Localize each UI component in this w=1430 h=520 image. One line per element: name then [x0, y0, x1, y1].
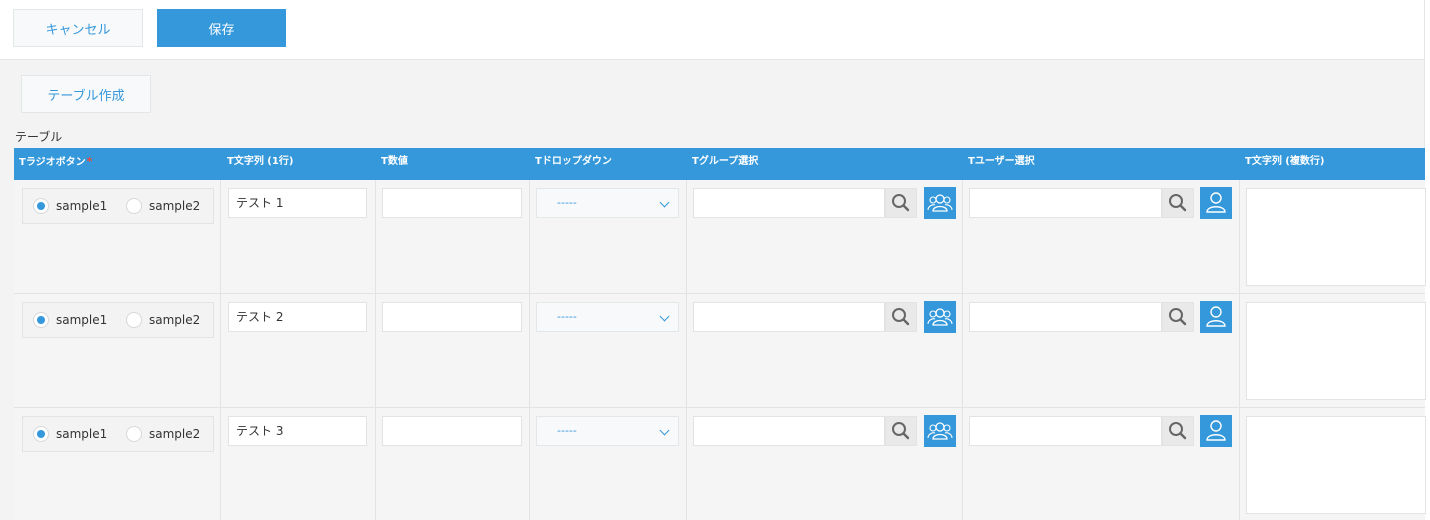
column-divider: [529, 180, 530, 293]
column-divider: [375, 408, 376, 520]
group-icon: [927, 422, 953, 440]
dropdown-select[interactable]: -----: [536, 188, 679, 218]
user-picker-button[interactable]: [1200, 301, 1232, 333]
user-icon: [1206, 306, 1226, 327]
user-search-button[interactable]: [1162, 416, 1194, 446]
table-header: Tラジオボタン* T文字列 (1行) T数値 Tドロップダウン Tグループ選択 …: [14, 148, 1425, 180]
dropdown-select[interactable]: -----: [536, 416, 679, 446]
column-divider: [962, 408, 963, 520]
user-picker-button[interactable]: [1200, 415, 1232, 447]
column-divider: [529, 294, 530, 407]
user-select-field[interactable]: [969, 302, 1162, 332]
search-icon: [892, 308, 910, 326]
column-divider: [375, 180, 376, 293]
radio-label-sample2: sample2: [149, 313, 201, 327]
user-picker-button[interactable]: [1200, 187, 1232, 219]
group-picker-button[interactable]: [924, 187, 956, 219]
column-divider: [375, 294, 376, 407]
group-select-field[interactable]: [693, 302, 885, 332]
chevron-down-icon: [659, 197, 670, 208]
column-divider: [1239, 408, 1240, 520]
multiline-text-field[interactable]: [1246, 188, 1426, 286]
column-header-dropdown: Tドロップダウン: [535, 156, 612, 167]
column-header-radio: Tラジオボタン*: [14, 148, 92, 180]
dropdown-value: -----: [557, 424, 577, 437]
user-select-field[interactable]: [969, 416, 1162, 446]
radio-label-sample1: sample1: [56, 313, 108, 327]
group-select-field[interactable]: [693, 188, 885, 218]
group-search-button[interactable]: [885, 188, 917, 218]
cancel-button[interactable]: キャンセル: [13, 9, 143, 47]
column-header-group: Tグループ選択: [692, 156, 759, 167]
create-table-button[interactable]: テーブル作成: [21, 75, 151, 113]
radio-group: sample1 sample2: [22, 302, 214, 338]
search-icon: [1169, 308, 1187, 326]
radio-sample2[interactable]: [126, 312, 142, 328]
column-divider: [1239, 294, 1240, 407]
search-icon: [892, 194, 910, 212]
column-divider: [686, 294, 687, 407]
number-field[interactable]: [382, 302, 522, 332]
column-header-radio-label: Tラジオボタン: [19, 157, 86, 168]
column-divider: [220, 180, 221, 293]
group-search-button[interactable]: [885, 416, 917, 446]
text-field[interactable]: テスト 2: [228, 302, 367, 332]
group-icon: [927, 194, 953, 212]
table-row: sample1 sample2 テスト 3 -----: [14, 408, 1426, 520]
radio-sample1[interactable]: [33, 312, 49, 328]
search-icon: [1169, 194, 1187, 212]
dropdown-value: -----: [557, 196, 577, 209]
group-select-field[interactable]: [693, 416, 885, 446]
column-divider: [1239, 180, 1240, 293]
user-select-field[interactable]: [969, 188, 1162, 218]
chevron-down-icon: [659, 311, 670, 322]
radio-sample2[interactable]: [126, 426, 142, 442]
radio-label-sample2: sample2: [149, 199, 201, 213]
dropdown-value: -----: [557, 310, 577, 323]
number-field[interactable]: [382, 416, 522, 446]
column-divider: [962, 180, 963, 293]
user-search-button[interactable]: [1162, 188, 1194, 218]
search-icon: [1169, 422, 1187, 440]
column-divider: [962, 294, 963, 407]
multiline-text-field[interactable]: [1246, 302, 1426, 400]
dropdown-select[interactable]: -----: [536, 302, 679, 332]
group-search-button[interactable]: [885, 302, 917, 332]
radio-group: sample1 sample2: [22, 416, 214, 452]
table-row: sample1 sample2 テスト 1 -----: [14, 180, 1426, 294]
column-divider: [220, 294, 221, 407]
user-icon: [1206, 420, 1226, 441]
column-divider: [529, 408, 530, 520]
search-icon: [892, 422, 910, 440]
column-divider: [220, 408, 221, 520]
top-toolbar: キャンセル 保存: [0, 0, 1430, 60]
radio-label-sample1: sample1: [56, 427, 108, 441]
text-field[interactable]: テスト 3: [228, 416, 367, 446]
radio-sample1[interactable]: [33, 426, 49, 442]
column-header-number: T数値: [381, 156, 408, 167]
column-divider: [686, 408, 687, 520]
radio-label-sample2: sample2: [149, 427, 201, 441]
column-header-text: T文字列 (1行): [227, 156, 294, 167]
user-icon: [1206, 192, 1226, 213]
table-row: sample1 sample2 テスト 2 -----: [14, 294, 1426, 408]
column-header-multiline: T文字列 (複数行): [1245, 156, 1325, 167]
multiline-text-field[interactable]: [1246, 416, 1426, 514]
text-field[interactable]: テスト 1: [228, 188, 367, 218]
required-mark: *: [86, 155, 93, 168]
radio-sample2[interactable]: [126, 198, 142, 214]
radio-sample1[interactable]: [33, 198, 49, 214]
save-button[interactable]: 保存: [157, 9, 286, 47]
group-icon: [927, 308, 953, 326]
chevron-down-icon: [659, 425, 670, 436]
column-divider: [686, 180, 687, 293]
group-picker-button[interactable]: [924, 301, 956, 333]
group-picker-button[interactable]: [924, 415, 956, 447]
radio-label-sample1: sample1: [56, 199, 108, 213]
user-search-button[interactable]: [1162, 302, 1194, 332]
column-header-user: Tユーザー選択: [968, 156, 1035, 167]
number-field[interactable]: [382, 188, 522, 218]
table-label: テーブル: [15, 130, 63, 144]
radio-group: sample1 sample2: [22, 188, 214, 224]
